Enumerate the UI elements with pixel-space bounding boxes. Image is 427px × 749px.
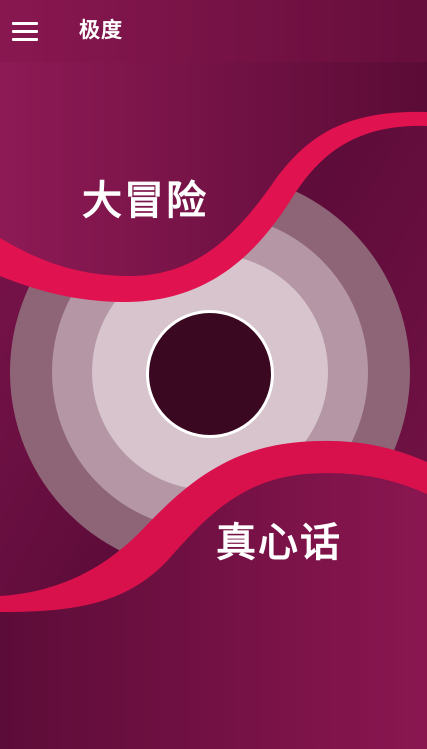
truth-option[interactable]: 真心话 [216,518,342,568]
app-screen: 极度 大冒险 真心话 [0,0,427,749]
hamburger-menu-icon[interactable] [8,14,42,48]
page-title: 极度 [79,18,123,42]
dare-option[interactable]: 大冒险 [82,176,208,226]
menu-line [12,29,38,33]
spin-center-button[interactable] [146,310,274,438]
menu-line [12,37,38,41]
top-bar: 极度 [0,0,427,62]
menu-line [12,21,38,25]
